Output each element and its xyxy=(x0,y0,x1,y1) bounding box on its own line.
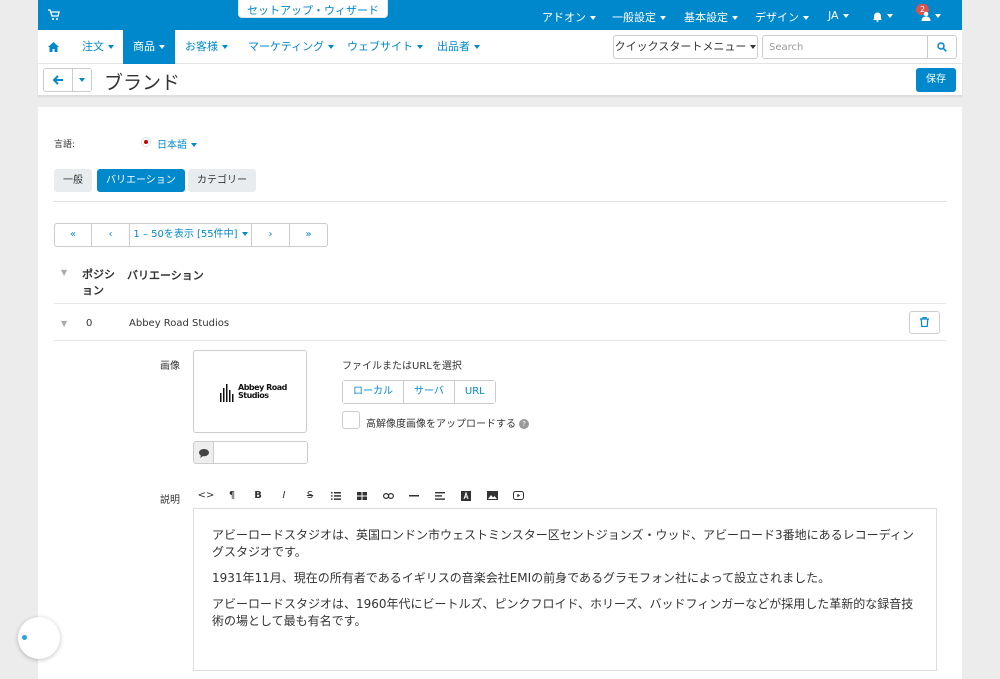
basic-settings-menu[interactable]: 基本設定 xyxy=(684,9,738,25)
pagination: « ‹ 1 – 50を表示 [55件中] › » xyxy=(54,223,328,247)
nav-products[interactable]: 商品 xyxy=(123,30,175,64)
bold-icon[interactable]: B xyxy=(245,483,271,509)
variation-column-header: バリエーション xyxy=(127,269,204,282)
source-server-button[interactable]: サーバ xyxy=(404,381,455,403)
page-title: ブランド xyxy=(104,72,181,94)
prev-page-button[interactable]: ‹ xyxy=(92,224,130,246)
arrow-left-icon xyxy=(52,75,63,85)
image-label: 画像 xyxy=(160,361,180,372)
last-page-button[interactable]: » xyxy=(290,224,327,246)
language-selector[interactable]: 日本語 xyxy=(157,136,197,151)
user-icon xyxy=(921,11,931,21)
font-color-icon[interactable] xyxy=(453,483,479,509)
home-nav-item[interactable] xyxy=(38,30,69,64)
cart-icon[interactable] xyxy=(48,9,60,21)
horizontal-rule-icon[interactable] xyxy=(401,483,427,509)
editor-toolbar: <> ¶ B I S xyxy=(193,483,937,509)
alt-text-button[interactable] xyxy=(193,441,214,464)
description-label: 説明 xyxy=(160,495,180,506)
alt-text-input[interactable] xyxy=(213,441,308,464)
notifications-button[interactable] xyxy=(872,9,893,22)
row-expand-icon[interactable]: ▼ xyxy=(61,319,67,328)
content-panel: 言語: 日本語 一般 バリエーション カテゴリー « ‹ 1 – 50を表示 [… xyxy=(38,107,962,679)
save-button[interactable]: 保存 xyxy=(916,68,956,92)
bell-icon xyxy=(873,12,882,22)
nav-orders[interactable]: 注文 xyxy=(72,30,124,64)
row-divider xyxy=(54,303,946,304)
code-view-icon[interactable]: <> xyxy=(193,483,219,509)
search-icon xyxy=(937,42,947,52)
demo-badge-button[interactable] xyxy=(18,617,60,659)
link-icon[interactable] xyxy=(375,483,401,509)
chevron-down-icon xyxy=(79,78,85,82)
page-range-selector[interactable]: 1 – 50を表示 [55件中] xyxy=(130,224,252,246)
back-button[interactable] xyxy=(43,68,73,92)
delete-button[interactable] xyxy=(909,311,940,334)
comment-icon xyxy=(198,449,209,458)
first-page-button[interactable]: « xyxy=(55,224,92,246)
nav-marketing[interactable]: マーケティング xyxy=(238,30,344,64)
description-editor[interactable]: アビーロードスタジオは、英国ロンドン市ウェストミンスター区セントジョンズ・ウッド… xyxy=(193,509,937,671)
language-label: 言語: xyxy=(54,140,76,150)
source-url-button[interactable]: URL xyxy=(454,381,495,403)
page-title-bar: ブランド 保存 xyxy=(38,64,962,96)
tab-variations[interactable]: バリエーション xyxy=(97,169,185,192)
quickstart-menu-button[interactable]: クイックスタートメニュー xyxy=(613,35,758,59)
tab-general[interactable]: 一般 xyxy=(54,169,92,192)
nav-website[interactable]: ウェブサイト xyxy=(337,30,433,64)
search-input[interactable] xyxy=(762,35,928,59)
image-insert-icon[interactable] xyxy=(479,483,505,509)
description-paragraph: アビーロードスタジオは、1960年代にビートルズ、ピンクフロイド、ホリーズ、バッ… xyxy=(212,597,914,628)
home-icon xyxy=(48,42,59,52)
general-settings-menu[interactable]: 一般設定 xyxy=(612,9,666,25)
trash-icon xyxy=(920,317,929,327)
tab-categories[interactable]: カテゴリー xyxy=(188,169,256,192)
design-menu[interactable]: デザイン xyxy=(755,9,809,25)
admin-top-bar: セットアップ・ウィザード アドオン 一般設定 基本設定 デザイン JA 2 xyxy=(38,0,962,30)
paragraph-icon[interactable]: ¶ xyxy=(219,483,245,509)
strikethrough-icon[interactable]: S xyxy=(297,483,323,509)
help-icon[interactable]: ? xyxy=(519,419,529,429)
nav-vendors[interactable]: 出品者 xyxy=(427,30,490,64)
japan-flag-icon xyxy=(141,137,151,147)
list-icon[interactable] xyxy=(323,483,349,509)
hires-upload-label: 高解像度画像をアップロードする? xyxy=(366,415,529,430)
row-variation-name: Abbey Road Studios xyxy=(129,318,230,329)
file-source-group: ローカル サーバ URL xyxy=(342,380,496,404)
description-paragraph: アビーロードスタジオは、英国ロンドン市ウェストミンスター区セントジョンズ・ウッド… xyxy=(212,528,914,559)
hires-upload-checkbox[interactable] xyxy=(342,411,360,429)
logo-text: Abbey Road Studios xyxy=(238,383,287,400)
table-icon[interactable] xyxy=(349,483,375,509)
next-page-button[interactable]: › xyxy=(252,224,290,246)
language-menu[interactable]: JA xyxy=(828,9,849,22)
user-menu[interactable] xyxy=(921,9,941,22)
row-divider xyxy=(54,340,946,341)
search-button[interactable] xyxy=(927,35,957,59)
row-position: 0 xyxy=(86,318,93,329)
align-icon[interactable] xyxy=(427,483,453,509)
history-dropdown-button[interactable] xyxy=(72,68,92,92)
main-navigation: 注文 商品 お客様 マーケティング ウェブサイト 出品者 クイックスタートメニュ… xyxy=(38,30,962,64)
source-local-button[interactable]: ローカル xyxy=(343,381,404,403)
divider xyxy=(54,201,946,202)
nav-customers[interactable]: お客様 xyxy=(175,30,238,64)
description-paragraph: 1931年11月、現在の所有者であるイギリスの音楽会社EMIの前身であるグラモフ… xyxy=(212,571,831,585)
setup-wizard-button[interactable]: セットアップ・ウィザード xyxy=(238,0,388,18)
position-column-header: ポジション xyxy=(82,268,115,297)
collapse-all-icon[interactable]: ▼ xyxy=(61,268,67,277)
abbey-road-logo-icon xyxy=(220,384,234,402)
addons-menu[interactable]: アドオン xyxy=(542,9,596,25)
video-insert-icon[interactable] xyxy=(505,483,531,509)
file-source-label: ファイルまたはURLを選択 xyxy=(342,361,462,372)
image-preview[interactable]: Abbey Road Studios xyxy=(193,350,307,433)
italic-icon[interactable]: I xyxy=(271,483,297,509)
badge-logo-icon xyxy=(22,635,27,640)
